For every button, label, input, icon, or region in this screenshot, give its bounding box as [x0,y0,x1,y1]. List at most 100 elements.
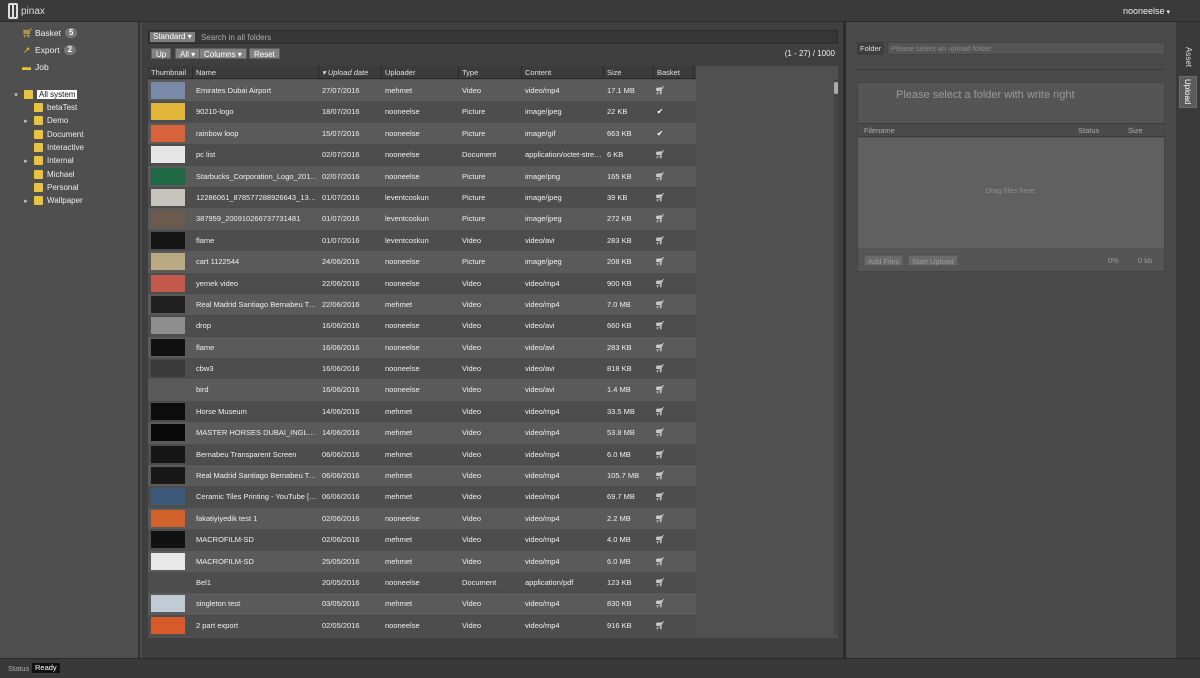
cart-icon[interactable]: 🛒︎ [655,358,665,379]
cell-size: 22 KB [607,107,628,117]
up-button[interactable]: Up [151,48,172,59]
cart-icon[interactable]: 🛒︎ [655,465,665,486]
cart-icon[interactable]: 🛒︎ [655,230,665,251]
tree-item[interactable]: Interactive [22,143,84,152]
thumbnail [151,295,185,313]
check-icon[interactable]: ✔ [655,123,665,144]
cart-icon[interactable]: 🛒︎ [655,551,665,572]
col-uploader[interactable]: Uploader [382,66,459,79]
tab-upload[interactable]: Upload [1179,76,1197,108]
reset-button[interactable]: Reset [249,48,280,59]
cart-icon[interactable]: 🛒︎ [655,529,665,550]
app-logo[interactable]: pinax [8,3,45,19]
cell-size: 6 KB [607,150,624,160]
table-row[interactable]: bird 16/06/2016 nooneelse Video video/avi 1.4… [148,379,696,401]
table-row[interactable]: 387959_200910266737731481 01/07/2016 leven… [148,208,696,230]
cart-icon[interactable]: 🛒︎ [655,401,665,422]
expand-arrow-icon[interactable]: ▸ [22,197,30,205]
cell-content: video/avi [525,321,555,331]
table-row[interactable]: flame 16/06/2016 nooneelse Video video/avi 28… [148,336,696,359]
table-row[interactable]: 2 part export 02/05/2016 nooneelse Video vid… [148,614,696,637]
cart-icon[interactable]: 🛒︎ [655,444,665,465]
table-row[interactable]: 12286061_878577288926643_132702... 01/07/… [148,186,696,209]
cell-content: image/jpeg [525,214,562,224]
search-input[interactable] [201,31,801,43]
cart-icon[interactable]: 🛒︎ [655,337,665,358]
col-basket[interactable]: Basket [654,66,694,79]
col-thumbnail[interactable]: Thumbnail [148,66,193,79]
tree-item[interactable]: ▸ Internal [22,156,74,165]
table-row[interactable]: Horse Museum 14/06/2016 mehmet Video video/m… [148,400,696,423]
table-row[interactable]: MACROFILM-SD 25/05/2016 mehmet Video video/m… [148,550,696,572]
cart-icon[interactable]: 🛒︎ [655,422,665,443]
col-upload-date[interactable]: ▾ Upload date [319,66,382,79]
cart-icon[interactable]: 🛒︎ [655,80,665,101]
tree-item[interactable]: Document [22,130,83,139]
cart-icon[interactable]: 🛒︎ [655,187,665,208]
table-row[interactable]: MASTER HORSES DUBAI_INGLES s... 14/06/201… [148,422,696,444]
check-icon[interactable]: ✔ [655,101,665,122]
tree-item[interactable]: ▸ Demo [22,116,68,125]
cart-icon[interactable]: 🛒︎ [655,379,665,400]
col-type[interactable]: Type [459,66,522,79]
table-row[interactable]: Real Madrid Santiago Bernabeu Tour i... 0… [148,465,696,487]
sidebar-item-export[interactable]: ↗ Export 2 [22,45,77,55]
table-row[interactable]: flame 01/07/2016 leventcoskun Video video/av… [148,229,696,252]
cart-icon[interactable]: 🛒︎ [655,273,665,294]
user-menu[interactable]: nooneelse ▾ [1123,6,1170,16]
tree-item[interactable]: ▸ Wallpaper [22,196,83,205]
expand-arrow-icon[interactable]: ▸ [22,157,30,165]
cart-icon[interactable]: 🛒︎ [655,208,665,229]
expand-arrow-icon[interactable]: ▾ [12,91,20,99]
table-row[interactable]: Bernabeu Transparent Screen 06/06/2016 meh… [148,443,696,466]
table-row[interactable]: drop 16/06/2016 nooneelse Video video/avi 660… [148,315,696,337]
sidebar-item-job[interactable]: ▬ Job [22,62,49,72]
filter-all-dropdown[interactable]: All ▾ [175,48,201,59]
col-content[interactable]: Content [522,66,604,79]
tree-item[interactable]: Michael [22,170,75,179]
sidebar-item-basket[interactable]: 🛒︎ Basket 5 [22,28,78,38]
table-row[interactable]: rainbow loop 15/07/2016 nooneelse Picture im… [148,122,696,145]
scrollbar-thumb[interactable] [834,82,838,94]
col-size[interactable]: Size [604,66,654,79]
table-row[interactable]: cart 1122544 24/06/2016 nooneelse Picture im… [148,251,696,273]
table-row[interactable]: Ceramic Tiles Printing - YouTube [720p] 0… [148,486,696,508]
table-row[interactable]: pc list 02/07/2016 nooneelse Document applic… [148,144,696,166]
table-row[interactable]: Real Madrid Santiago Bernabeu Tour i... 2… [148,293,696,316]
expand-arrow-icon[interactable]: ▸ [22,117,30,125]
tree-item[interactable]: ▾ All system [12,90,78,99]
cart-icon[interactable]: 🛒︎ [655,251,665,272]
cart-icon[interactable]: 🛒︎ [655,144,665,165]
drop-zone[interactable]: Drag files here. [858,138,1164,248]
cell-size: 283 KB [607,235,632,245]
table-row[interactable]: Emirates Dubai Airport 27/07/2016 mehmet Vi… [148,80,696,102]
cart-icon[interactable]: 🛒︎ [655,508,665,529]
start-upload-button[interactable]: Start Upload [908,255,958,266]
cart-icon[interactable]: 🛒︎ [655,315,665,336]
table-row[interactable]: yemek video 22/06/2016 nooneelse Video video… [148,272,696,294]
table-row[interactable]: singleton test 03/05/2016 mehmet Video video… [148,593,696,615]
col-name[interactable]: Name [193,66,319,79]
cart-icon[interactable]: 🛒︎ [655,615,665,636]
columns-dropdown[interactable]: Columns ▾ [199,48,247,59]
table-row[interactable]: Starbucks_Corporation_Logo_2011.svg 02/07… [148,165,696,187]
cart-icon[interactable]: 🛒︎ [655,572,665,593]
tree-item[interactable]: betaTest [22,103,77,112]
table-row[interactable]: Bel1 20/05/2016 nooneelse Document applicati… [148,571,696,594]
table-row[interactable]: fakatiyiyedik test 1 02/06/2016 nooneelse V… [148,507,696,530]
cart-icon[interactable]: 🛒︎ [655,166,665,187]
cart-icon[interactable]: 🛒︎ [655,486,665,507]
table-row[interactable]: 90210-logo 18/07/2016 nooneelse Picture imag… [148,101,696,123]
cell-date: 06/06/2016 [322,492,360,502]
search-scope-dropdown[interactable]: Standard ▾ [150,32,195,42]
upload-folder-field[interactable] [887,42,1165,55]
add-files-button[interactable]: Add Files [864,255,904,266]
table-row[interactable]: MACROFILM-SD 02/06/2016 mehmet Video video/m… [148,529,696,551]
tab-asset[interactable]: Asset [1179,40,1197,74]
vertical-scrollbar[interactable] [834,80,838,635]
cart-icon[interactable]: 🛒︎ [655,593,665,614]
table-row[interactable]: cbw3 16/06/2016 nooneelse Video video/avi 818… [148,358,696,380]
cart-icon[interactable]: 🛒︎ [655,294,665,315]
thumbnail [151,552,185,570]
tree-item[interactable]: Personal [22,183,79,192]
